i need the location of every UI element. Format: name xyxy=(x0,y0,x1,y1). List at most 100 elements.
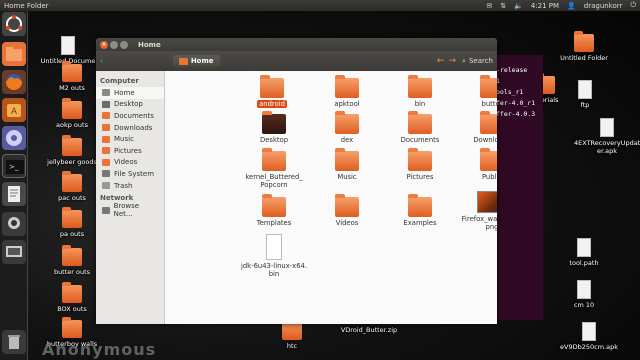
user-icon: 👤 xyxy=(567,1,576,10)
webcam-icon[interactable] xyxy=(2,212,26,236)
file-view: android apktool bin butter Desktop dex D… xyxy=(165,71,497,324)
folder-icon xyxy=(62,207,82,228)
file-item-butter[interactable]: butter xyxy=(456,75,497,108)
folder-icon xyxy=(62,282,82,303)
desktop-icon-box-outs[interactable]: BOX outs xyxy=(42,282,102,313)
document-icon xyxy=(582,322,596,341)
image-thumbnail-icon xyxy=(477,191,497,213)
folder-icon xyxy=(62,245,82,266)
desktop-icon-untitled-folder[interactable]: Untitled Folder xyxy=(554,31,614,62)
file-item-videos[interactable]: Videos xyxy=(311,194,383,227)
window-titlebar[interactable]: × Home xyxy=(96,38,497,51)
file-item-apktool[interactable]: apktool xyxy=(311,75,383,108)
file-item-public[interactable]: Public xyxy=(456,148,497,181)
firefox-icon[interactable] xyxy=(2,70,26,94)
sidebar-item-desktop[interactable]: Desktop xyxy=(96,99,164,111)
svg-text:A: A xyxy=(11,107,18,117)
system-tray: ✉ ⇅ 🔈 4:21 PM 👤 dragunkorr ⏻ xyxy=(486,1,636,10)
documents-icon xyxy=(102,112,110,120)
folder-icon xyxy=(262,148,286,171)
pictures-folder-icon xyxy=(408,148,432,171)
media-icon[interactable] xyxy=(2,126,26,150)
minimize-button[interactable] xyxy=(110,40,118,49)
close-button[interactable]: × xyxy=(100,40,108,49)
desktop-icon-cm10[interactable]: cm 10 xyxy=(554,280,614,309)
music-icon xyxy=(102,135,110,143)
desktop-icon-jellybeer-goods[interactable]: jellybeer goods xyxy=(42,135,102,166)
clock[interactable]: 4:21 PM xyxy=(531,2,559,10)
file-item-firefox-wallpaper[interactable]: Firefox_wallpaper. png xyxy=(456,191,497,231)
desktop-icon-ftp[interactable]: ftp xyxy=(565,80,605,109)
user-name[interactable]: dragunkorr xyxy=(584,2,623,10)
network-icon[interactable]: ⇅ xyxy=(500,2,506,10)
file-item-templates[interactable]: Templates xyxy=(238,194,310,227)
downloads-folder-icon xyxy=(480,111,497,134)
desktop-icon-4extrecovery-apk[interactable]: 4EXTRecoveryUpdat er.apk xyxy=(574,118,640,155)
nav-arrows: ← → xyxy=(437,56,456,66)
sidebar-item-documents[interactable]: Documents xyxy=(96,110,164,122)
folder-icon xyxy=(62,61,82,82)
panel-title: Home Folder xyxy=(4,1,49,10)
search-button[interactable]: ⌕ Search xyxy=(462,57,493,66)
sidebar-item-home[interactable]: Home xyxy=(96,87,164,99)
sidebar-item-videos[interactable]: Videos xyxy=(96,157,164,169)
desktop-icon-aokp-outs[interactable]: aokp outs xyxy=(42,98,102,129)
sidebar-item-music[interactable]: Music xyxy=(96,133,164,145)
anonymous-watermark: Anonymous xyxy=(42,340,157,359)
file-item-downloads[interactable]: Downloads xyxy=(456,111,497,144)
desktop-icon-htc[interactable]: htc xyxy=(262,319,322,350)
forward-button[interactable]: → xyxy=(448,56,456,66)
desktop-icon-pac-outs[interactable]: pac outs xyxy=(42,171,102,202)
breadcrumb-home[interactable]: Home xyxy=(172,55,220,67)
back-arrow-icon[interactable]: ‹ xyxy=(100,57,103,65)
file-item-kernel[interactable]: kernel_Buttered_ Popcorn xyxy=(238,148,310,189)
mail-icon[interactable]: ✉ xyxy=(486,2,492,10)
document-icon xyxy=(61,36,75,55)
desktop-icon-tool-path[interactable]: tool.path xyxy=(554,238,614,267)
sidebar-item-pictures[interactable]: Pictures xyxy=(96,145,164,157)
system-settings-icon[interactable] xyxy=(2,240,26,264)
file-item-documents[interactable]: Documents xyxy=(384,111,456,144)
back-button[interactable]: ← xyxy=(437,56,445,66)
files-icon[interactable] xyxy=(2,42,26,66)
drive-icon xyxy=(102,170,110,178)
terminal-window[interactable]: -release 1 ools_r1 fer-4.0_r1 ffer-4.0.3 xyxy=(493,55,543,320)
trash-icon[interactable] xyxy=(2,330,26,354)
desktop-folder-icon xyxy=(262,111,286,134)
desktop-icon-pa-outs[interactable]: pa outs xyxy=(42,207,102,238)
desktop-icon-m2-outs[interactable]: M2 outs xyxy=(42,61,102,92)
maximize-button[interactable] xyxy=(120,40,128,49)
desktop-icon-butter-outs[interactable]: butter outs xyxy=(42,245,102,276)
file-item-android[interactable]: android xyxy=(236,75,308,108)
desktop-icon-vdroid-zip[interactable]: VDroid_Butter.zip xyxy=(334,326,404,334)
folder-icon xyxy=(574,31,594,52)
file-item-desktop[interactable]: Desktop xyxy=(238,111,310,144)
file-item-examples[interactable]: Examples xyxy=(384,194,456,227)
file-item-jdk-bin[interactable]: jdk-6u43-linux-x64. bin xyxy=(238,234,310,278)
volume-icon[interactable]: 🔈 xyxy=(514,2,523,10)
sidebar-item-browse-network[interactable]: Browse Net... xyxy=(96,202,164,218)
folder-icon xyxy=(480,75,497,98)
folder-icon xyxy=(408,194,432,217)
network-icon xyxy=(102,206,110,214)
sidebar-item-trash[interactable]: Trash xyxy=(96,180,164,192)
folder-icon xyxy=(62,317,82,338)
dash-icon[interactable] xyxy=(2,12,26,36)
templates-folder-icon xyxy=(262,194,286,217)
terminal-icon[interactable]: >_ xyxy=(2,154,26,178)
music-folder-icon xyxy=(335,148,359,171)
file-item-dex[interactable]: dex xyxy=(311,111,383,144)
sidebar-item-downloads[interactable]: Downloads xyxy=(96,122,164,134)
software-center-icon[interactable]: A xyxy=(2,98,26,122)
desktop-icon-ev9db-apk[interactable]: eV9Db250cm.apk xyxy=(554,322,624,351)
file-item-music[interactable]: Music xyxy=(311,148,383,181)
text-editor-icon[interactable] xyxy=(2,182,26,206)
videos-folder-icon xyxy=(335,194,359,217)
file-item-pictures[interactable]: Pictures xyxy=(384,148,456,181)
power-icon[interactable]: ⏻ xyxy=(630,1,636,10)
window-title: Home xyxy=(138,40,161,49)
pictures-icon xyxy=(102,147,110,155)
file-item-bin[interactable]: bin xyxy=(384,75,456,108)
places-sidebar: Computer Home Desktop Documents Download… xyxy=(96,71,165,324)
sidebar-item-file-system[interactable]: File System xyxy=(96,168,164,180)
